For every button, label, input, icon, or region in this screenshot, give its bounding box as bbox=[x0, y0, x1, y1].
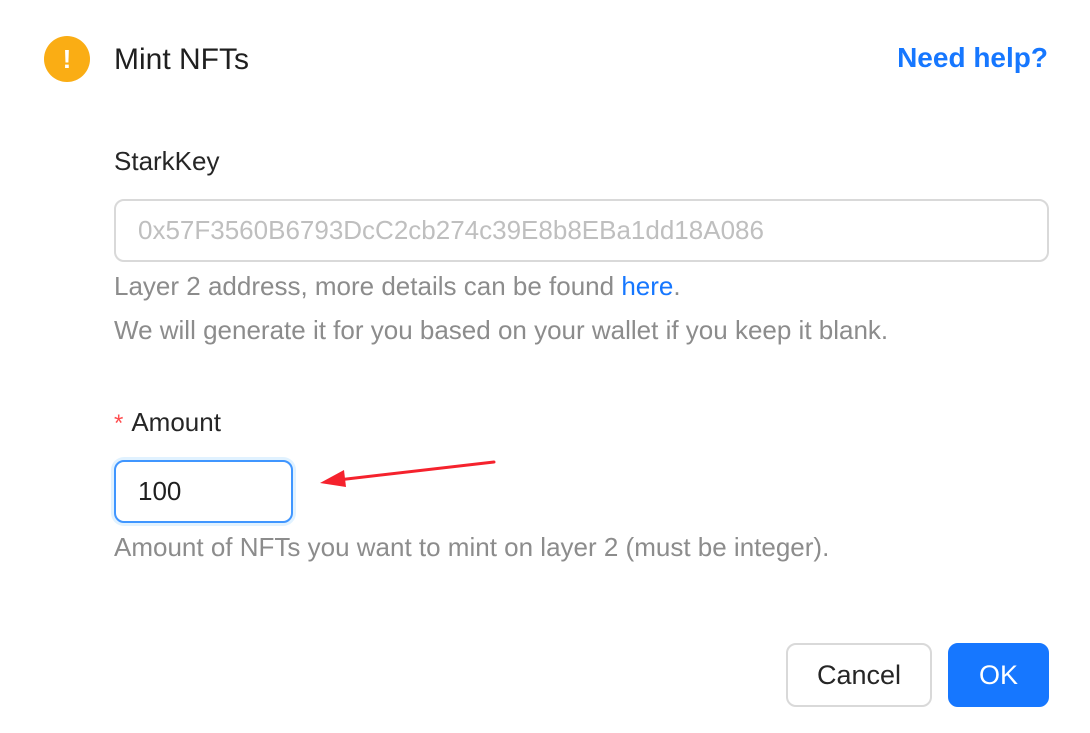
starkkey-input[interactable] bbox=[114, 199, 1049, 262]
starkkey-help-text: Layer 2 address, more details can be fou… bbox=[114, 268, 681, 304]
required-mark: * bbox=[114, 410, 124, 437]
amount-label-row: * Amount bbox=[114, 404, 221, 442]
need-help-link[interactable]: Need help? bbox=[897, 38, 1048, 78]
starkkey-help-line2: We will generate it for you based on you… bbox=[114, 315, 889, 345]
amount-help-text: Amount of NFTs you want to mint on layer… bbox=[114, 532, 830, 562]
mint-nfts-dialog: ! Mint NFTs Need help? StarkKey Layer 2 … bbox=[0, 0, 1090, 733]
cancel-button[interactable]: Cancel bbox=[786, 643, 932, 707]
red-arrow-annotation bbox=[320, 460, 496, 487]
ok-button[interactable]: OK bbox=[948, 643, 1049, 707]
starkkey-help-suffix: . bbox=[673, 271, 681, 301]
exclamation-circle-icon: ! bbox=[44, 36, 90, 82]
starkkey-help-prefix: Layer 2 address, more details can be fou… bbox=[114, 271, 622, 301]
starkkey-label: StarkKey bbox=[114, 146, 220, 176]
amount-input[interactable] bbox=[114, 460, 293, 523]
amount-label: Amount bbox=[131, 407, 221, 437]
dialog-title: Mint NFTs bbox=[114, 43, 249, 76]
here-link[interactable]: here bbox=[621, 271, 673, 301]
